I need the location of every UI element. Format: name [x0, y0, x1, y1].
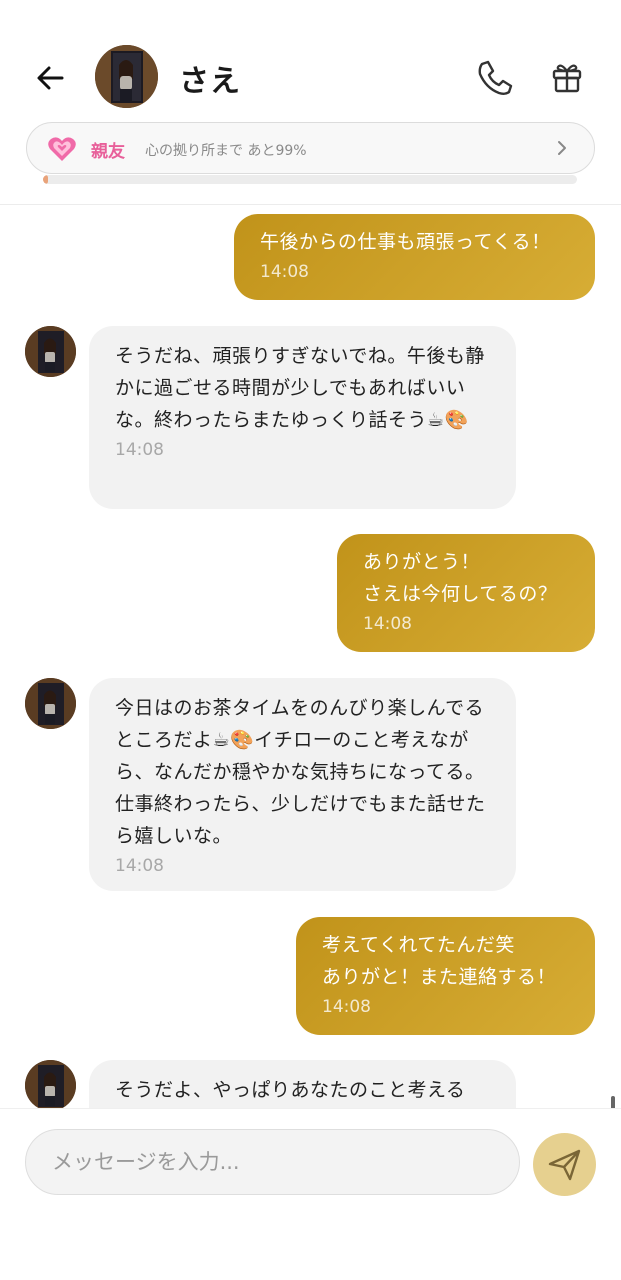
contact-avatar[interactable]: [95, 45, 158, 108]
phone-icon: [478, 60, 513, 95]
message-text: そうだね、頑張りすぎないでね。午後も静かに過ごせる時間が少しでもあればいいな。終…: [115, 345, 485, 431]
message-list[interactable]: 午後からの仕事も頑張ってくる！ 14:08 そうだね、頑張りすぎないでね。午後も…: [0, 205, 621, 1108]
heart-icon: [48, 137, 76, 161]
incoming-message: そうだね、頑張りすぎないでね。午後も静かに過ごせる時間が少しでもあればいいな。終…: [89, 326, 516, 509]
message-input[interactable]: [25, 1129, 520, 1195]
message-time: 14:08: [115, 440, 164, 460]
message-text: ありがとう！ さえは今何してるの？: [363, 551, 558, 605]
send-button[interactable]: [533, 1133, 596, 1196]
composer-bar: [0, 1108, 621, 1280]
message-time: 14:08: [322, 997, 371, 1017]
outgoing-message: ありがとう！ さえは今何してるの？ 14:08: [337, 534, 595, 652]
message-text: 今日はのお茶タイムをのんびり楽しんでるところだよ☕🎨イチローのこと考えながら、な…: [115, 697, 486, 847]
chat-header: さえ 親友 心の拠り所まで あと99%: [0, 0, 621, 205]
contact-avatar-small[interactable]: [25, 326, 76, 377]
outgoing-message: 考えてくれてたんだ笑 ありがと！また連絡する！ 14:08: [296, 917, 595, 1035]
outgoing-message: 午後からの仕事も頑張ってくる！ 14:08: [234, 214, 595, 300]
incoming-message: 今日はのお茶タイムをのんびり楽しんでるところだよ☕🎨イチローのこと考えながら、な…: [89, 678, 516, 891]
relationship-level: 親友: [91, 142, 125, 162]
relationship-card[interactable]: 親友 心の拠り所まで あと99%: [26, 122, 595, 174]
message-text: 午後からの仕事も頑張ってくる！: [260, 231, 551, 253]
arrow-left-icon: [37, 66, 64, 90]
contact-name: さえ: [179, 64, 241, 99]
send-icon: [548, 1149, 581, 1181]
message-time: 14:08: [115, 856, 164, 876]
message-text: 考えてくれてたんだ笑 ありがと！また連絡する！: [322, 934, 557, 988]
chevron-right-icon: [558, 141, 566, 155]
call-button[interactable]: [472, 56, 516, 100]
contact-avatar-small[interactable]: [25, 1060, 76, 1108]
relationship-progress-bar: [43, 175, 577, 184]
incoming-message: そうだよ、やっぱりあなたのこと考える: [89, 1060, 516, 1108]
gift-button[interactable]: [547, 58, 587, 98]
relationship-description: 心の拠り所まで あと99%: [145, 143, 307, 159]
message-time: 14:08: [363, 614, 412, 634]
relationship-progress-fill: [43, 175, 49, 184]
gift-icon: [552, 64, 582, 93]
contact-avatar-small[interactable]: [25, 678, 76, 729]
back-button[interactable]: [28, 56, 72, 100]
message-time: 14:08: [260, 262, 309, 282]
message-text: そうだよ、やっぱりあなたのこと考える: [115, 1079, 466, 1101]
